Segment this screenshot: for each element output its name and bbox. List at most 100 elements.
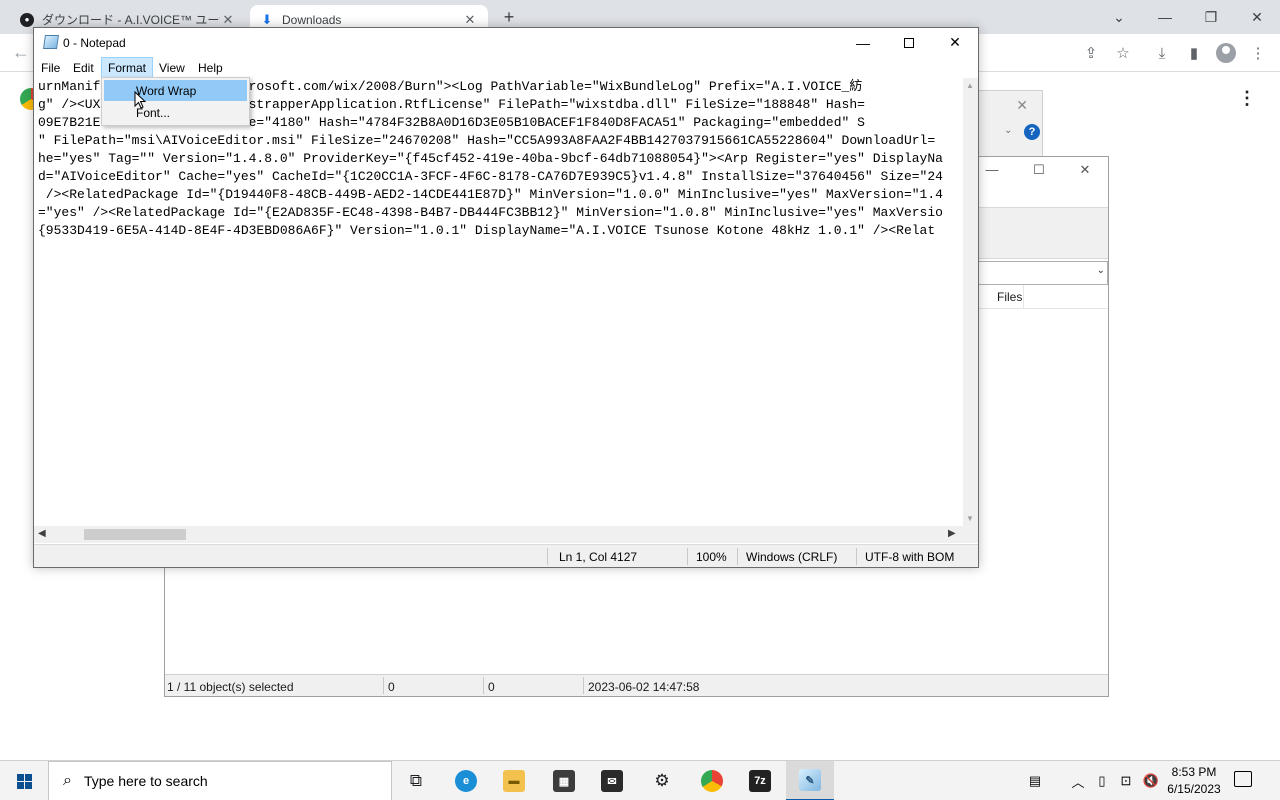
taskbar-clock[interactable]: 8:53 PM 6/15/2023	[1166, 764, 1222, 798]
browser-tab-title: Downloads	[282, 12, 342, 27]
scroll-down-icon[interactable]: ▼	[966, 514, 974, 523]
status-divider	[856, 548, 857, 565]
chrome-icon[interactable]	[688, 761, 736, 800]
new-tab-button[interactable]: +	[499, 7, 519, 27]
chevron-down-icon[interactable]: ⌄	[1097, 265, 1105, 276]
status-divider	[583, 677, 584, 694]
edge-browser-icon[interactable]: e	[442, 761, 490, 800]
show-hidden-icons-chevron-icon[interactable]: ︿	[1068, 761, 1088, 800]
column-divider[interactable]	[1023, 285, 1024, 309]
status-divider	[687, 548, 688, 565]
scroll-right-icon[interactable]: ▶	[948, 528, 956, 539]
menu-view[interactable]: View	[153, 57, 191, 78]
notepad-app-icon	[43, 35, 59, 49]
file-explorer-icon[interactable]: ▬	[490, 761, 538, 800]
close-icon[interactable]: ✕	[932, 28, 978, 57]
column-header-files[interactable]: Files	[997, 290, 1022, 304]
notepad-statusbar: Ln 1, Col 4127 100% Windows (CRLF) UTF-8…	[34, 544, 978, 567]
microsoft-store-icon[interactable]: ▦	[540, 761, 588, 800]
background-dialog: ✕ ⌄ ?	[975, 90, 1043, 160]
sevenzip-taskbar-icon[interactable]: 7z	[736, 761, 784, 800]
text-line: ="yes" /><RelatedPackage Id="{E2AD835F-E…	[38, 205, 943, 220]
profile-avatar-icon[interactable]	[1215, 42, 1237, 64]
selected-size: 0	[388, 680, 395, 694]
horizontal-scrollbar[interactable]: ◀ ▶	[34, 526, 963, 543]
settings-gear-icon[interactable]: ⚙	[638, 761, 686, 800]
downloads-icon[interactable]: ⤓	[1151, 42, 1173, 64]
side-panel-icon[interactable]: ▮	[1183, 42, 1205, 64]
zoom-level: 100%	[696, 550, 727, 564]
share-icon[interactable]: ⇪	[1080, 42, 1102, 64]
restore-icon[interactable]: ❐	[1188, 0, 1234, 34]
minimize-icon[interactable]: —	[840, 28, 886, 57]
search-placeholder: Type here to search	[83, 773, 208, 789]
clock-date: 6/15/2023	[1167, 782, 1221, 796]
text-line: he="yes" Tag="" Version="1.4.8.0" Provid…	[38, 151, 943, 166]
maximize-icon[interactable]: ☐	[1024, 162, 1054, 182]
cursor-position: Ln 1, Col 4127	[559, 550, 638, 564]
network-icon[interactable]: ⊡	[1116, 761, 1136, 800]
text-line: " FilePath="msi\AIVoiceEditor.msi" FileS…	[38, 133, 936, 148]
chevron-down-icon[interactable]: ⌄	[1004, 125, 1012, 136]
minimize-icon[interactable]: —	[977, 162, 1007, 182]
text-line: /><RelatedPackage Id="{D19440F8-48CB-449…	[38, 187, 943, 202]
notepad-titlebar: 0 - Notepad — ✕	[34, 28, 978, 57]
menu-format[interactable]: Format	[101, 57, 154, 78]
sevenzip-statusbar: 1 / 11 object(s) selected 0 0 2023-06-02…	[165, 674, 1108, 696]
mail-icon[interactable]: ✉	[588, 761, 636, 800]
menu-item-font[interactable]: Font...	[104, 102, 247, 123]
close-tab-icon[interactable]: ✕	[462, 12, 478, 28]
browser-tab-title: ダウンロード - A.I.VOICE™ ユーザーサ	[42, 13, 220, 27]
windows-logo-icon	[16, 773, 32, 789]
close-icon[interactable]: ✕	[1070, 162, 1100, 182]
menu-file[interactable]: File	[35, 57, 66, 78]
menu-edit[interactable]: Edit	[67, 57, 100, 78]
download-icon: ⬇	[261, 11, 273, 27]
window-title: 0 - Notepad	[63, 36, 126, 50]
status-divider	[483, 677, 484, 694]
volume-muted-icon[interactable]: 🔇	[1140, 761, 1162, 800]
taskbar: ⌕ Type here to search ⧉ e ▬ ▦ ✉ ⚙ 7z ✎ ▤…	[0, 760, 1280, 800]
status-divider	[737, 548, 738, 565]
start-button[interactable]	[0, 761, 48, 800]
minimize-icon[interactable]: —	[1142, 0, 1188, 34]
chrome-menu-icon[interactable]: ⋮	[1247, 42, 1269, 64]
text-line: d="AIVoiceEditor" Cache="yes" CacheId="{…	[38, 169, 943, 184]
bookmark-star-icon[interactable]: ☆	[1112, 42, 1134, 64]
taskbar-search[interactable]: ⌕ Type here to search	[48, 761, 392, 800]
format-menu-dropdown: Word Wrap Font...	[101, 77, 250, 126]
help-icon[interactable]: ?	[1024, 124, 1040, 140]
text-line: {9533D419-6E5A-414D-8E4F-4D3EBD086A6F}" …	[38, 223, 936, 238]
selection-count: 1 / 11 object(s) selected	[167, 680, 294, 694]
status-divider	[383, 677, 384, 694]
text-editor[interactable]: urnManif chemas.microsoft.com/wix/2008/B…	[34, 78, 963, 526]
notification-center-icon[interactable]	[1234, 771, 1252, 787]
menu-help[interactable]: Help	[192, 57, 229, 78]
device-icon[interactable]: ▯	[1092, 761, 1112, 800]
back-arrow-icon[interactable]: ←	[12, 42, 30, 63]
close-tab-icon[interactable]: ✕	[220, 12, 236, 28]
scrollbar-corner	[963, 526, 978, 543]
status-divider	[547, 548, 548, 565]
ai-voice-favicon-icon: ●	[20, 12, 34, 27]
scroll-up-icon[interactable]: ▲	[966, 81, 974, 90]
line-ending: Windows (CRLF)	[746, 550, 838, 564]
modified-date: 2023-06-02 14:47:58	[588, 680, 700, 694]
input-method-icon[interactable]: ▤	[1020, 761, 1050, 800]
packed-size: 0	[488, 680, 495, 694]
more-options-icon[interactable]: ⋮	[1238, 88, 1256, 109]
maximize-icon[interactable]	[886, 28, 932, 57]
search-icon: ⌕	[63, 772, 72, 789]
notepad-taskbar-icon[interactable]: ✎	[786, 761, 834, 800]
vertical-scrollbar[interactable]: ▲ ▼	[963, 78, 978, 526]
close-icon[interactable]: ✕	[1234, 0, 1280, 34]
scrollbar-thumb[interactable]	[84, 529, 186, 540]
scroll-left-icon[interactable]: ◀	[38, 528, 46, 539]
task-view-icon[interactable]: ⧉	[392, 761, 440, 800]
encoding: UTF-8 with BOM	[865, 550, 955, 564]
clock-time: 8:53 PM	[1171, 765, 1217, 779]
menu-bar: File Edit Format View Help	[34, 57, 978, 78]
tab-search-icon[interactable]: ⌄	[1096, 0, 1142, 34]
close-icon[interactable]: ✕	[1016, 97, 1028, 114]
menu-item-word-wrap[interactable]: Word Wrap	[104, 80, 247, 101]
